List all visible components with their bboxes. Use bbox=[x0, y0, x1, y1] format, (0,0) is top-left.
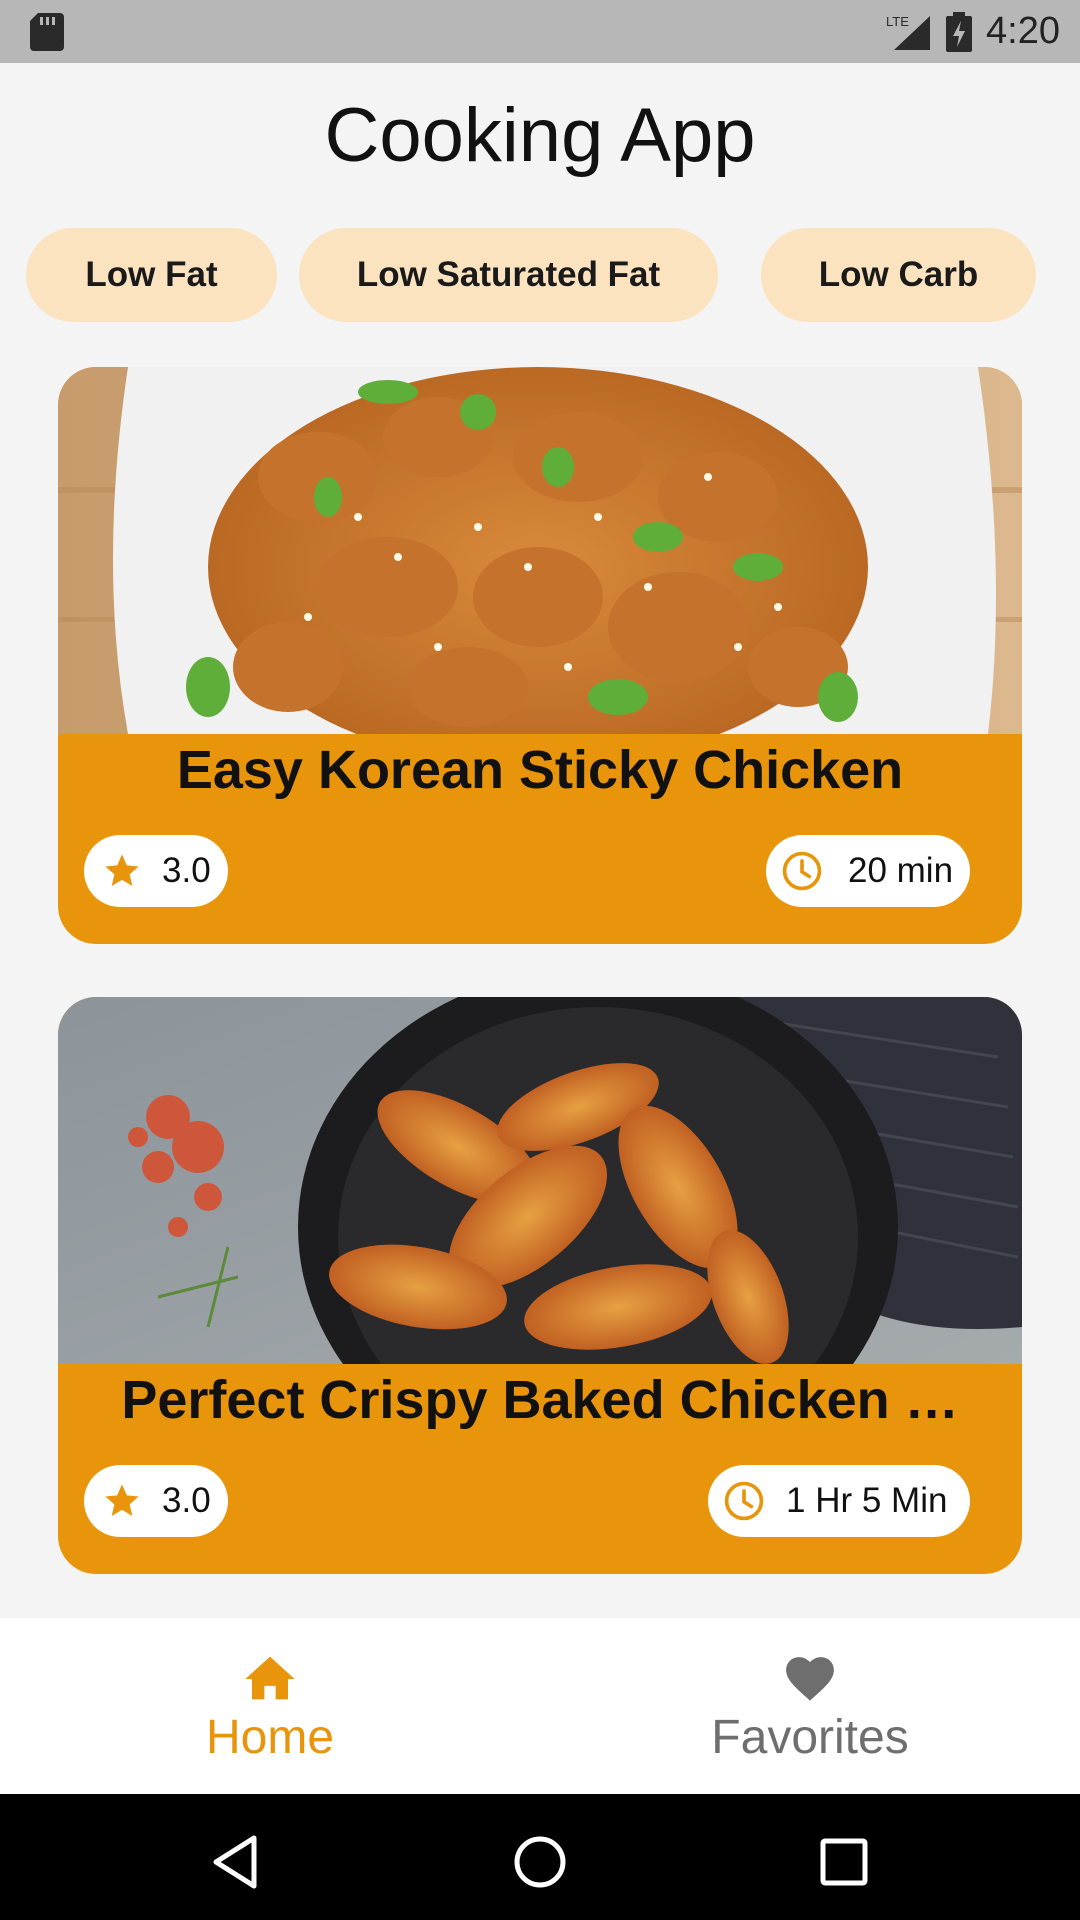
time-badge: 1 Hr 5 Min bbox=[708, 1465, 970, 1537]
recents-icon[interactable] bbox=[814, 1832, 874, 1892]
recipe-card[interactable]: Perfect Crispy Baked Chicken … 3.0 1 Hr … bbox=[58, 997, 1022, 1574]
heart-icon bbox=[782, 1650, 838, 1706]
filter-chip-low-saturated-fat[interactable]: Low Saturated Fat bbox=[299, 228, 718, 322]
star-icon bbox=[102, 1481, 142, 1521]
status-right: LTE 4:20 bbox=[886, 10, 1060, 53]
back-icon[interactable] bbox=[206, 1832, 266, 1892]
recipe-title: Easy Korean Sticky Chicken bbox=[176, 740, 904, 800]
filter-chip-label: Low Carb bbox=[818, 255, 979, 294]
system-nav-bar bbox=[0, 1794, 1080, 1920]
star-icon bbox=[102, 851, 142, 891]
clock-icon bbox=[722, 1479, 766, 1523]
bottom-nav: Home Favorites bbox=[0, 1618, 1080, 1794]
lte-signal-icon: LTE bbox=[886, 14, 931, 50]
status-time: 4:20 bbox=[986, 10, 1060, 52]
rating-badge: 3.0 bbox=[84, 835, 228, 907]
page-title: Cooking App bbox=[324, 93, 756, 178]
home-circle-icon[interactable] bbox=[510, 1832, 570, 1892]
sd-card-icon bbox=[30, 12, 64, 51]
time-value: 20 min bbox=[848, 851, 954, 890]
recipe-title: Perfect Crispy Baked Chicken … bbox=[121, 1370, 959, 1430]
recipe-card[interactable]: Easy Korean Sticky Chicken 3.0 20 min bbox=[58, 367, 1022, 944]
nav-label-favorites: Favorites bbox=[711, 1711, 909, 1764]
rating-badge: 3.0 bbox=[84, 1465, 228, 1537]
time-badge: 20 min bbox=[766, 835, 970, 907]
rating-value: 3.0 bbox=[162, 851, 211, 890]
clock-icon bbox=[780, 849, 824, 893]
filter-chip-label: Low Saturated Fat bbox=[356, 255, 661, 294]
filter-chip-low-carb[interactable]: Low Carb bbox=[761, 228, 1036, 322]
filter-chip-label: Low Fat bbox=[85, 255, 218, 294]
time-value: 1 Hr 5 Min bbox=[786, 1481, 948, 1520]
baked-chicken-wings-photo bbox=[58, 997, 1022, 1364]
sticky-chicken-photo bbox=[58, 367, 1022, 734]
nav-item-favorites[interactable]: Favorites bbox=[540, 1618, 1080, 1794]
rating-value: 3.0 bbox=[162, 1481, 211, 1520]
status-bar: LTE 4:20 bbox=[0, 0, 1080, 63]
screen: LTE 4:20 Cooking App Low Fat Low Saturat… bbox=[0, 0, 1080, 1920]
battery-charging-icon bbox=[946, 11, 973, 52]
nav-item-home[interactable]: Home bbox=[0, 1618, 540, 1794]
home-icon bbox=[243, 1650, 297, 1706]
filter-chip-low-fat[interactable]: Low Fat bbox=[26, 228, 277, 322]
lte-text: LTE bbox=[886, 14, 909, 29]
nav-label-home: Home bbox=[205, 1711, 335, 1764]
